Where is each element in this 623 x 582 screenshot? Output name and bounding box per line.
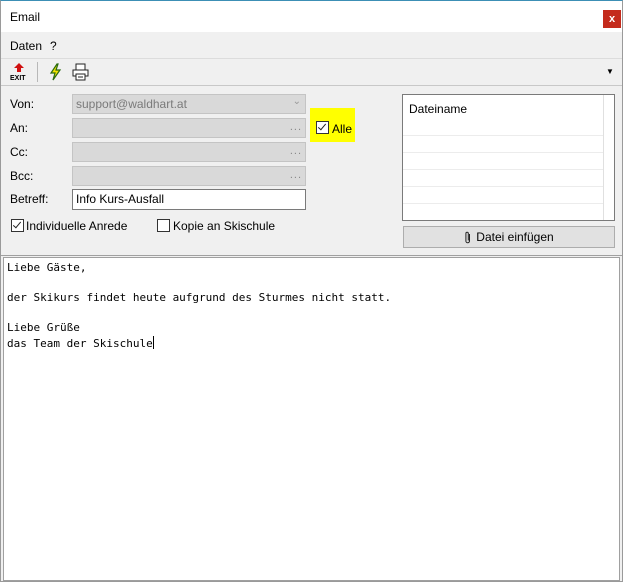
- message-line-text: das Team der Skischule: [7, 337, 153, 350]
- toolbar-overflow-icon[interactable]: ▼: [606, 67, 614, 76]
- message-line: der Skikurs findet heute aufgrund des St…: [7, 291, 392, 304]
- toolbar-separator: [37, 62, 38, 82]
- kopie-skischule-checkbox[interactable]: [157, 219, 170, 232]
- message-line: Liebe Gäste,: [7, 261, 87, 274]
- email-window: Email x Daten ? EXIT ▼ Von: support@wald…: [0, 0, 623, 582]
- message-line: Liebe Grüße: [7, 321, 80, 334]
- betreff-input[interactable]: Info Kurs-Ausfall: [72, 189, 306, 210]
- menu-help[interactable]: ?: [50, 39, 57, 53]
- betreff-label: Betreff:: [10, 192, 49, 206]
- column-divider: [603, 95, 604, 220]
- an-browse-button[interactable]: ...: [290, 121, 302, 133]
- an-label: An:: [10, 121, 29, 135]
- add-file-label: Datei einfügen: [476, 230, 554, 244]
- lightning-icon: [49, 63, 62, 81]
- von-dropdown[interactable]: support@waldhart.at ⌄: [72, 94, 306, 114]
- chevron-down-icon: ⌄: [292, 96, 301, 107]
- bcc-browse-button[interactable]: ...: [290, 169, 302, 181]
- svg-text:EXIT: EXIT: [10, 75, 26, 82]
- cc-field[interactable]: ...: [72, 142, 306, 162]
- an-field[interactable]: ...: [72, 118, 306, 138]
- list-row-line: [403, 152, 603, 153]
- list-row-line: [403, 169, 603, 170]
- kopie-skischule-label: Kopie an Skischule: [173, 219, 276, 233]
- window-title: Email: [10, 10, 41, 24]
- betreff-value: Info Kurs-Ausfall: [76, 192, 165, 206]
- list-row-line: [403, 135, 603, 136]
- bcc-field[interactable]: ...: [72, 166, 306, 186]
- toolbar: EXIT ▼: [1, 59, 622, 86]
- exit-button[interactable]: EXIT: [8, 62, 30, 82]
- cc-label: Cc:: [10, 145, 28, 159]
- menu-bar: Daten ?: [1, 34, 622, 59]
- von-value: support@waldhart.at: [76, 97, 187, 111]
- exit-icon: EXIT: [10, 63, 26, 82]
- print-button[interactable]: [70, 62, 92, 82]
- send-button[interactable]: [45, 62, 67, 82]
- message-body[interactable]: Liebe Gäste, der Skikurs findet heute au…: [3, 257, 620, 581]
- bcc-label: Bcc:: [10, 169, 34, 183]
- paperclip-icon: [465, 231, 471, 244]
- column-header-dateiname: Dateiname: [409, 102, 468, 116]
- von-label: Von:: [10, 97, 35, 111]
- title-bar: Email x: [1, 1, 622, 32]
- cc-browse-button[interactable]: ...: [290, 145, 302, 157]
- individuelle-anrede-label: Individuelle Anrede: [26, 219, 128, 233]
- menu-daten[interactable]: Daten: [10, 39, 42, 53]
- add-file-button[interactable]: Datei einfügen: [403, 226, 615, 248]
- list-row-line: [403, 203, 603, 204]
- message-line-last: das Team der Skischule: [7, 336, 154, 350]
- list-row-line: [403, 186, 603, 187]
- attachment-list[interactable]: Dateiname: [402, 94, 615, 221]
- printer-icon: [72, 63, 89, 81]
- close-button[interactable]: x: [603, 10, 621, 28]
- individuelle-anrede-checkbox[interactable]: [11, 219, 24, 232]
- text-cursor: [152, 336, 154, 349]
- alle-checkbox[interactable]: [316, 121, 329, 134]
- alle-label: Alle: [332, 122, 353, 136]
